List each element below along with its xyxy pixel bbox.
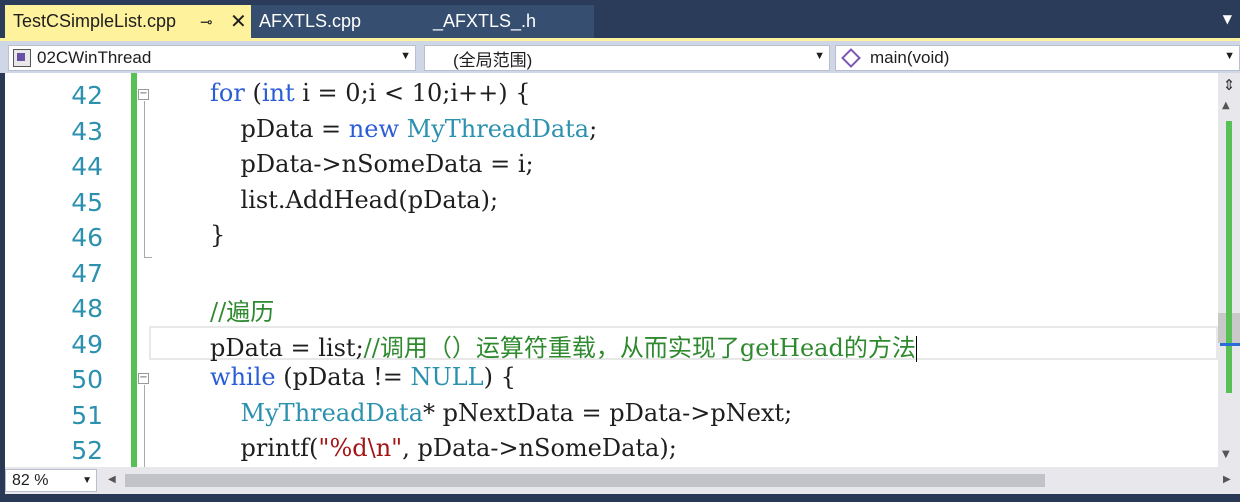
collapse-icon[interactable]: −: [138, 373, 149, 384]
scroll-down-icon[interactable]: ▼: [1222, 449, 1230, 460]
chevron-down-icon: ▼: [82, 475, 92, 486]
member-label: main(void): [870, 48, 950, 67]
vertical-scrollbar[interactable]: ⇕ ▲ ▼: [1218, 73, 1240, 467]
tab-label: TestCSimpleList.cpp: [13, 11, 177, 31]
zoom-dropdown[interactable]: 82 % ▼: [5, 469, 97, 492]
chevron-down-icon: ▼: [814, 50, 825, 62]
tab-label: _AFXTLS_.h: [433, 11, 537, 31]
pin-icon[interactable]: ⊸: [200, 13, 213, 31]
code-line: 46 }: [5, 219, 1218, 255]
project-dropdown[interactable]: 02CWinThread ▼: [8, 45, 416, 71]
zoom-level: 82 %: [12, 472, 49, 489]
scroll-right-icon[interactable]: ▶: [1223, 474, 1231, 485]
line-number: 43: [71, 116, 103, 146]
code-line: 50 − while (pData != NULL) {: [5, 361, 1218, 397]
member-dropdown[interactable]: main(void) ▼: [835, 45, 1240, 71]
caret-position-marker: [1220, 343, 1240, 346]
change-marker: [1226, 121, 1232, 393]
line-number: 50: [71, 365, 103, 394]
tab-afxtls-h[interactable]: _AFXTLS_.h: [431, 5, 594, 38]
code-text: }: [210, 221, 226, 249]
line-number: 49: [71, 329, 103, 359]
editor-bottom-bar: 82 % ▼ ◀ ▶: [5, 467, 1240, 494]
collapse-icon[interactable]: −: [138, 89, 149, 100]
code-line: 51 MyThreadData* pNextData = pData->pNex…: [5, 397, 1218, 433]
code-line: 47: [5, 255, 1218, 291]
line-number: 44: [71, 152, 103, 181]
code-text: list.AddHead(pData);: [240, 185, 499, 214]
code-text: printf("%d\n", pData->nSomeData);: [240, 434, 677, 462]
code-line: 44 pData->nSomeData = i;: [5, 148, 1218, 184]
tab-label: AFXTLS.cpp: [259, 11, 362, 31]
split-window-icon[interactable]: ⇕: [1220, 76, 1238, 94]
code-line: 43 pData = new MyThreadData;: [5, 113, 1218, 149]
scroll-up-icon[interactable]: ▲: [1222, 100, 1230, 111]
scope-dropdown[interactable]: (全局范围) ▼: [424, 45, 830, 71]
navigation-bar: 02CWinThread ▼ (全局范围) ▼ main(void) ▼: [0, 38, 1240, 73]
code-text: //遍历: [210, 298, 275, 326]
line-number: 48: [71, 294, 103, 323]
text-caret: [915, 336, 917, 362]
line-number: 42: [71, 81, 103, 110]
code-text: for (int i = 0;i < 10;i++) {: [210, 79, 531, 107]
code-line-current: 49 pData = list;//调用（）运算符重载，从而实现了getHead…: [5, 325, 1218, 362]
code-text: while (pData != NULL) {: [210, 363, 516, 391]
scroll-left-icon[interactable]: ◀: [108, 474, 116, 485]
project-label: 02CWinThread: [37, 48, 152, 67]
code-line: 42 − for (int i = 0;i < 10;i++) {: [5, 77, 1218, 113]
code-editor[interactable]: 42 − for (int i = 0;i < 10;i++) { 43 pDa…: [5, 73, 1218, 467]
close-icon[interactable]: ✕: [230, 9, 247, 34]
chevron-down-icon: ▼: [400, 50, 411, 62]
line-number: 46: [71, 223, 103, 252]
method-icon: [841, 48, 861, 68]
line-number: 51: [71, 400, 103, 430]
code-line: 45 list.AddHead(pData);: [5, 184, 1218, 220]
line-number: 52: [71, 436, 103, 465]
document-tab-strip: TestCSimpleList.cpp ⊸ ✕ AFXTLS.cpp _AFXT…: [0, 0, 1240, 38]
code-text: MyThreadData* pNextData = pData->pNext;: [240, 398, 793, 427]
tab-testcsimplelist[interactable]: TestCSimpleList.cpp ⊸ ✕: [5, 5, 251, 38]
code-text: pData = new MyThreadData;: [240, 114, 598, 143]
tab-list-dropdown-icon[interactable]: ▼: [1223, 12, 1232, 26]
code-line: 48 //遍历: [5, 290, 1218, 326]
line-number: 47: [71, 258, 103, 288]
line-number: 45: [71, 187, 103, 217]
class-icon: [13, 49, 31, 67]
chevron-down-icon: ▼: [1224, 50, 1235, 62]
code-line: 52 printf("%d\n", pData->nSomeData);: [5, 432, 1218, 467]
scope-label: (全局范围): [453, 50, 533, 70]
code-text: pData = list;//调用（）运算符重载，从而实现了getHead的方法: [210, 333, 917, 362]
tab-afxtls-cpp[interactable]: AFXTLS.cpp: [251, 5, 431, 38]
code-text: pData->nSomeData = i;: [240, 150, 534, 178]
horizontal-scrollbar-thumb[interactable]: [125, 474, 1045, 487]
